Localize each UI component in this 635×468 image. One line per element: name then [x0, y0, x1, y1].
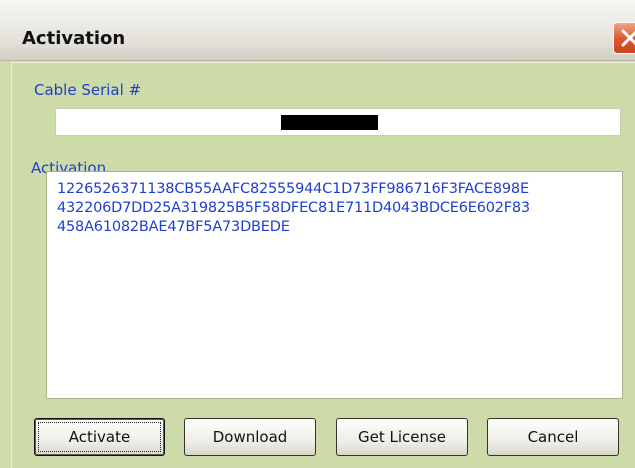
get-license-button[interactable]: Get License	[336, 418, 468, 456]
redacted-serial-value	[281, 115, 378, 130]
close-icon	[621, 29, 635, 47]
window-title: Activation	[22, 28, 126, 49]
cancel-button-label: Cancel	[527, 428, 579, 446]
cable-serial-label: Cable Serial #	[34, 81, 142, 99]
dialog-body: Cable Serial # Activation 1226526371138C…	[11, 62, 635, 468]
activation-code-line: 432206D7DD25A319825B5F58DFEC81E711D4043B…	[57, 200, 530, 216]
activation-code-line: 458A61082BAE47BF5A73DBEDE	[57, 219, 290, 235]
activation-code-field[interactable]: 1226526371138CB55AAFC82555944C1D73FF9867…	[46, 171, 623, 399]
title-bar[interactable]: Activation	[0, 0, 635, 61]
download-button-label: Download	[212, 428, 288, 446]
get-license-button-label: Get License	[357, 428, 447, 446]
close-button[interactable]	[613, 22, 635, 54]
activation-code-line: 1226526371138CB55AAFC82555944C1D73FF9867…	[57, 181, 529, 197]
cable-serial-field[interactable]	[55, 108, 621, 136]
download-button[interactable]: Download	[184, 418, 316, 456]
activate-button-label: Activate	[68, 428, 131, 446]
activate-button[interactable]: Activate	[34, 418, 165, 456]
cancel-button[interactable]: Cancel	[487, 418, 619, 456]
activation-dialog: Activation Cable Serial # Activation 122…	[0, 0, 635, 468]
